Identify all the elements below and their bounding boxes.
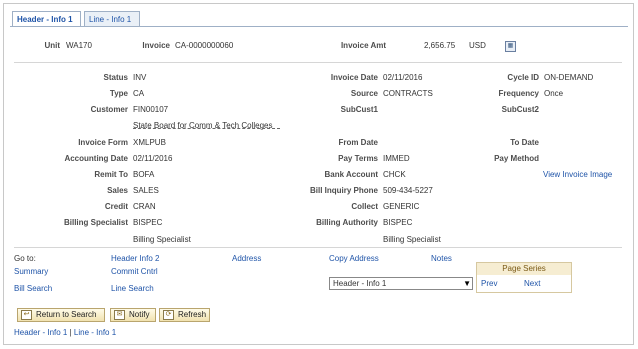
tab-header-info-1[interactable]: Header - Info 1 [12, 11, 81, 27]
remit-to-label: Remit To [94, 170, 128, 179]
accounting-date-label: Accounting Date [64, 154, 128, 163]
refresh-icon: ⟳ [163, 310, 174, 320]
footer-header-info-1-link[interactable]: Header - Info 1 [14, 328, 67, 337]
unit-label: Unit [44, 41, 60, 50]
bill-inquiry-phone-value: 509-434-5227 [383, 186, 433, 195]
page-series-select[interactable]: Header - Info 1 ▼ [329, 277, 473, 290]
billing-specialist-value: BISPEC [133, 218, 163, 227]
from-date-label: From Date [338, 138, 378, 147]
invoice-form-value: XMLPUB [133, 138, 166, 147]
commit-cntrl-link[interactable]: Commit Cntrl [111, 267, 158, 276]
invoice-amt-value: 2,656.75 [424, 41, 456, 50]
cycle-id-label: Cycle ID [507, 73, 539, 82]
billing-specialist-label: Billing Specialist [63, 218, 128, 227]
chevron-down-icon[interactable]: ▼ [463, 278, 471, 289]
next-link[interactable]: Next [524, 279, 540, 288]
pay-terms-label: Pay Terms [338, 154, 378, 163]
prev-link[interactable]: Prev [481, 279, 497, 288]
tab-underline [10, 26, 628, 27]
footer-line-info-1-link[interactable]: Line - Info 1 [74, 328, 116, 337]
goto-label: Go to: [14, 254, 36, 263]
pay-terms-value: IMMED [383, 154, 410, 163]
refresh-label: Refresh [178, 310, 207, 319]
type-value: CA [133, 89, 145, 98]
sales-value: SALES [133, 186, 159, 195]
page-series-box: Page Series [476, 262, 572, 293]
invoice-label: Invoice [142, 41, 170, 50]
envelope-icon: ✉ [114, 310, 125, 320]
invoice-amt-label: Invoice Amt [340, 41, 386, 50]
bank-account-value: CHCK [383, 170, 406, 179]
bank-account-label: Bank Account [324, 170, 379, 179]
page-series-title: Page Series [477, 263, 571, 275]
customer-label: Customer [90, 105, 128, 114]
to-date-label: To Date [510, 138, 539, 147]
currency-value: USD [469, 41, 486, 50]
source-label: Source [350, 89, 378, 98]
invoice-date-value: 02/11/2016 [383, 73, 423, 82]
customer-name-underline [133, 128, 280, 129]
status-label: Status [103, 73, 128, 82]
return-to-search-button[interactable]: ↩ Return to Search [17, 308, 105, 322]
frequency-value: Once [544, 89, 564, 98]
collect-value: GENERIC [383, 202, 420, 211]
type-label: Type [109, 89, 128, 98]
source-value: CONTRACTS [383, 89, 433, 98]
notes-link[interactable]: Notes [431, 254, 452, 263]
unit-value: WA170 [66, 41, 92, 50]
frequency-label: Frequency [498, 89, 539, 98]
collect-label: Collect [351, 202, 378, 211]
view-invoice-image-link[interactable]: View Invoice Image [543, 170, 612, 179]
refresh-button[interactable]: ⟳ Refresh [159, 308, 210, 322]
footer-nav: Header - Info 1 | Line - Info 1 [14, 328, 116, 337]
footer-separator: | [69, 328, 72, 337]
return-icon: ↩ [21, 310, 32, 320]
remit-to-value: BOFA [133, 170, 155, 179]
copy-address-link[interactable]: Copy Address [329, 254, 379, 263]
accounting-date-value: 02/11/2016 [133, 154, 173, 163]
credit-value: CRAN [133, 202, 156, 211]
notify-label: Notify [129, 310, 150, 319]
credit-label: Credit [104, 202, 128, 211]
billing-authority-desc: Billing Specialist [383, 235, 441, 244]
notify-button[interactable]: ✉ Notify [110, 308, 156, 322]
invoice-value: CA-0000000060 [175, 41, 234, 50]
grid-export-icon[interactable]: ▦ [505, 41, 516, 52]
pay-method-label: Pay Method [494, 154, 539, 163]
section-divider-bottom [14, 247, 622, 248]
header-info-2-link[interactable]: Header Info 2 [111, 254, 159, 263]
return-label: Return to Search [36, 310, 97, 319]
status-value: INV [133, 73, 147, 82]
invoice-form-label: Invoice Form [78, 138, 128, 147]
bill-search-link[interactable]: Bill Search [14, 284, 52, 293]
address-link[interactable]: Address [232, 254, 261, 263]
billing-specialist-desc: Billing Specialist [133, 235, 191, 244]
billing-authority-label: Billing Authority [316, 218, 378, 227]
section-divider [14, 62, 622, 63]
line-search-link[interactable]: Line Search [111, 284, 154, 293]
cycle-id-value: ON-DEMAND [544, 73, 594, 82]
page-series-selected: Header - Info 1 [333, 279, 387, 288]
bill-inquiry-phone-label: Bill Inquiry Phone [309, 186, 378, 195]
invoice-date-label: Invoice Date [330, 73, 378, 82]
billing-authority-value: BISPEC [383, 218, 413, 227]
summary-link[interactable]: Summary [14, 267, 48, 276]
tab-line-info-1[interactable]: Line - Info 1 [84, 11, 140, 27]
customer-value: FIN00107 [133, 105, 169, 114]
sales-label: Sales [107, 186, 128, 195]
subcust2-label: SubCust2 [501, 105, 539, 114]
subcust1-label: SubCust1 [340, 105, 378, 114]
